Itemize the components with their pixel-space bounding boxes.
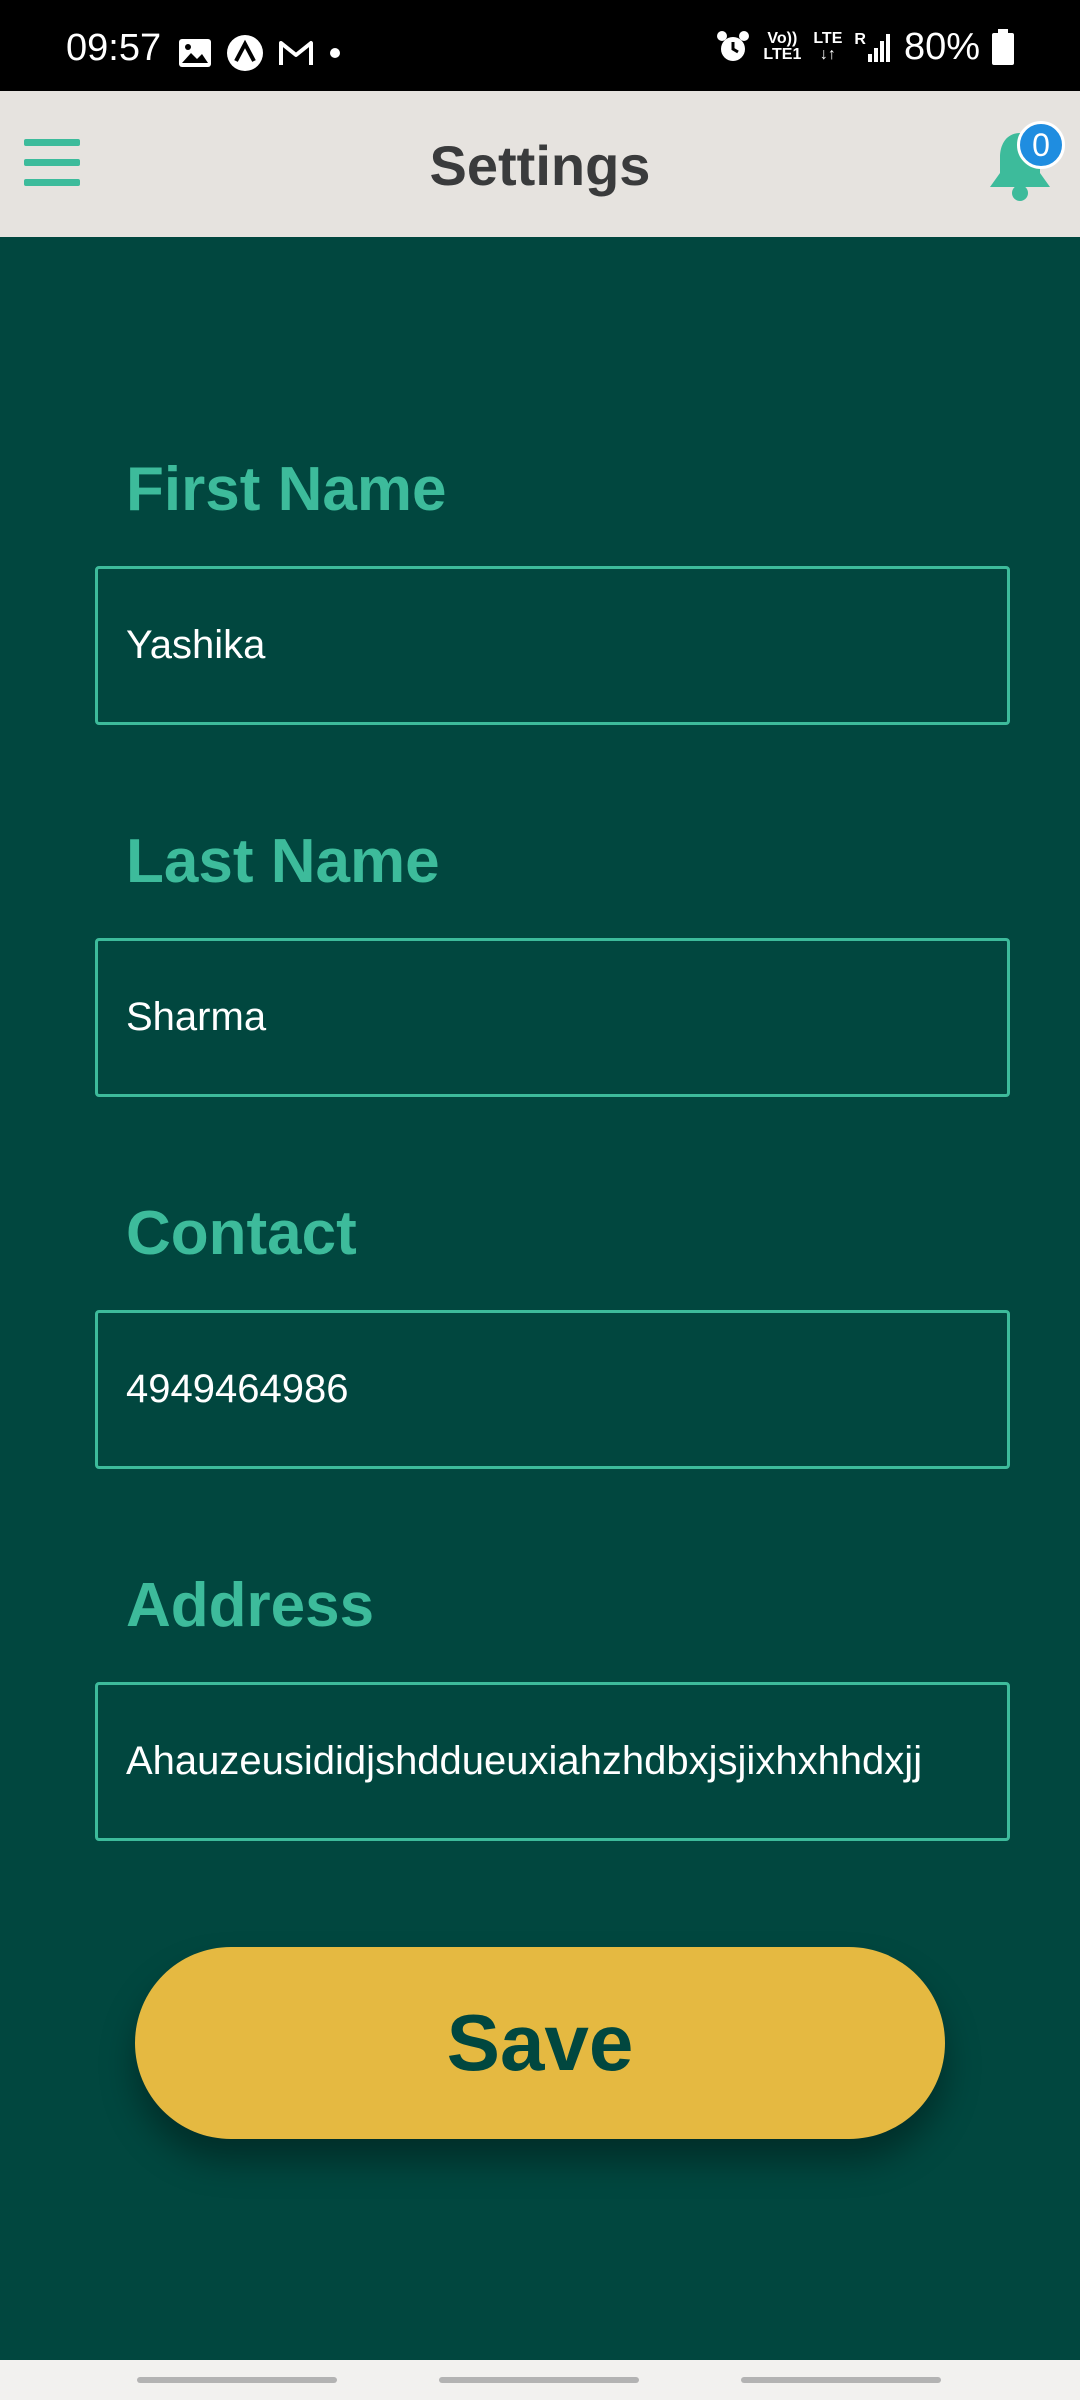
nav-back-handle[interactable]: [741, 2377, 941, 2383]
lte-indicator: LTE ↓↑: [813, 30, 843, 63]
signal-icon: R: [854, 32, 892, 62]
status-bar: 09:57 Vo)) LTE1 LTE ↓↑ R 80%: [0, 0, 1080, 91]
app-logo-icon: [227, 35, 263, 71]
system-navigation-bar: [0, 2360, 1080, 2400]
alarm-icon: [717, 31, 750, 61]
address-label: Address: [126, 1571, 375, 1640]
nav-recents-handle[interactable]: [137, 2377, 337, 2383]
save-button[interactable]: Save: [135, 1947, 945, 2139]
notification-icons: [178, 34, 342, 72]
notification-count-badge: 0: [1017, 121, 1065, 169]
first-name-field-box: [95, 566, 1010, 725]
address-field-box: [95, 1682, 1010, 1841]
contact-field-box: [95, 1310, 1010, 1469]
gmail-icon: [279, 41, 313, 65]
first-name-label: First Name: [126, 455, 447, 524]
last-name-input[interactable]: [98, 941, 1007, 1094]
last-name-label: Last Name: [126, 827, 440, 896]
app-bar: Settings 0: [0, 91, 1080, 237]
more-notifications-dot-icon: [330, 48, 340, 58]
gallery-icon: [179, 39, 211, 67]
last-name-field-box: [95, 938, 1010, 1097]
nav-home-handle[interactable]: [439, 2377, 639, 2383]
system-status-icons: Vo)) LTE1 LTE ↓↑ R 80%: [715, 28, 1014, 66]
first-name-input[interactable]: [98, 569, 1007, 722]
battery-percent: 80%: [903, 26, 980, 68]
contact-label: Contact: [126, 1199, 357, 1268]
battery-icon: [992, 29, 1014, 65]
volte-indicator: Vo)) LTE1: [763, 30, 802, 63]
status-time: 09:57: [66, 27, 162, 69]
contact-input[interactable]: [98, 1313, 1007, 1466]
page-title: Settings: [429, 134, 651, 197]
address-input[interactable]: [98, 1685, 1007, 1838]
